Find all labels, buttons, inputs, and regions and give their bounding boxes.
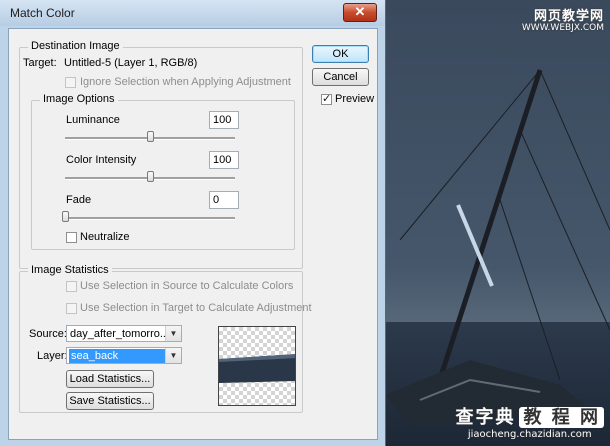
chevron-down-icon: ▼ — [165, 326, 181, 341]
fade-slider-thumb[interactable] — [62, 211, 69, 222]
luminance-slider-thumb[interactable] — [147, 131, 154, 142]
source-thumbnail-image — [219, 354, 295, 383]
source-value: day_after_tomorro... — [70, 328, 170, 340]
source-label: Source: — [29, 328, 67, 340]
cancel-button[interactable]: Cancel — [312, 68, 369, 86]
watermark-top-url: WWW.WEBJX.COM — [521, 22, 604, 33]
watermark-bottom: 查字典教 程 网 jiaocheng.chazidian.com — [455, 403, 604, 440]
color-intensity-input[interactable]: 100 — [209, 151, 239, 169]
ignore-selection-checkbox[interactable] — [65, 77, 76, 88]
neutralize-checkbox[interactable] — [66, 232, 77, 243]
chevron-down-icon: ▼ — [165, 348, 181, 363]
luminance-label: Luminance — [66, 114, 120, 126]
watermark-top: 网页教学网 WWW.WEBJX.COM — [522, 10, 604, 33]
use-source-selection-label: Use Selection in Source to Calculate Col… — [80, 280, 294, 292]
source-dropdown[interactable]: day_after_tomorro... ▼ — [66, 325, 182, 342]
layer-value: sea_back — [69, 349, 165, 363]
layer-dropdown[interactable]: sea_back ▼ — [66, 347, 182, 364]
luminance-input[interactable]: 100 — [209, 111, 239, 129]
target-value: Untitled-5 (Layer 1, RGB/8) — [64, 57, 198, 69]
layer-label: Layer: — [37, 350, 68, 362]
use-source-selection-checkbox[interactable] — [66, 281, 77, 292]
preview-label: Preview — [335, 93, 375, 105]
save-statistics-button[interactable]: Save Statistics... — [66, 392, 154, 410]
match-color-dialog: Match Color ✕ Destination Image Target: … — [0, 0, 386, 446]
fade-slider-track[interactable] — [65, 217, 235, 220]
close-button[interactable]: ✕ — [343, 3, 377, 22]
use-target-selection-checkbox[interactable] — [66, 303, 77, 314]
image-statistics-legend: Image Statistics — [28, 264, 112, 276]
use-target-selection-label: Use Selection in Target to Calculate Adj… — [80, 302, 312, 314]
title-bar[interactable]: Match Color ✕ — [0, 0, 385, 26]
watermark-bottom-url: jiaocheng.chazidian.com — [467, 429, 592, 440]
ignore-selection-label: Ignore Selection when Applying Adjustmen… — [80, 76, 291, 88]
source-thumbnail — [218, 326, 296, 406]
watermark-top-title: 网页教学网 — [533, 9, 604, 24]
load-statistics-button[interactable]: Load Statistics... — [66, 370, 154, 388]
watermark-bottom-title: 查字典 — [455, 407, 516, 428]
ok-button[interactable]: OK — [312, 45, 369, 63]
color-intensity-slider-thumb[interactable] — [147, 171, 154, 182]
preview-checkbox[interactable] — [321, 92, 332, 105]
watermark-bottom-box: 教 程 网 — [519, 407, 604, 428]
close-icon: ✕ — [354, 4, 366, 19]
target-label: Target: — [23, 57, 57, 69]
window-title: Match Color — [10, 6, 75, 20]
destination-image-legend: Destination Image — [28, 40, 123, 52]
neutralize-label: Neutralize — [80, 231, 130, 243]
image-options-legend: Image Options — [40, 93, 118, 105]
fade-label: Fade — [66, 194, 92, 206]
dialog-client-area: Destination Image Target: Untitled-5 (La… — [8, 28, 378, 440]
color-intensity-label: Color Intensity — [66, 154, 137, 166]
fade-input[interactable]: 0 — [209, 191, 239, 209]
